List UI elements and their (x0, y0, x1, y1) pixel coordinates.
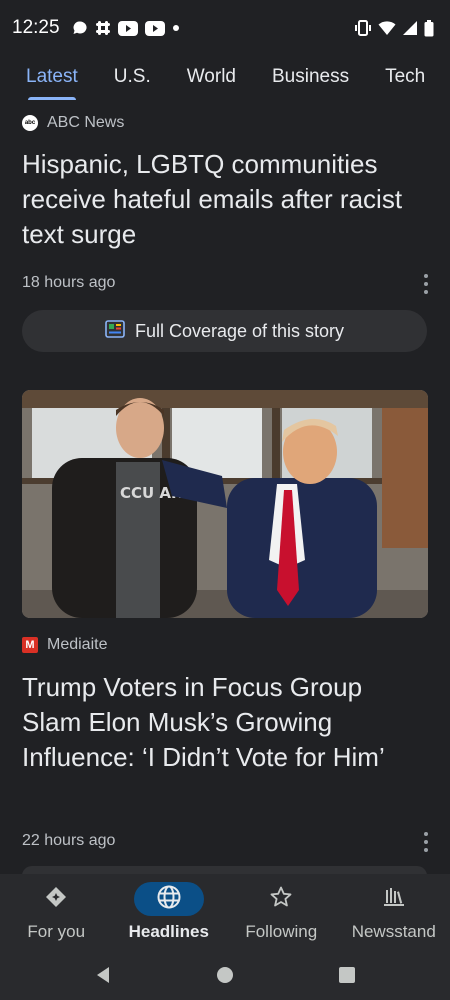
status-time: 12:25 (12, 17, 60, 38)
globe-icon (156, 884, 182, 915)
article-timestamp: 22 hours ago (22, 832, 116, 849)
full-coverage-button[interactable]: Full Coverage of this story (22, 310, 427, 352)
system-navigation-bar (0, 954, 450, 1000)
more-dot-icon (424, 832, 428, 836)
source-name: Mediaite (47, 636, 108, 653)
youtube-icon (117, 20, 138, 36)
recents-icon[interactable] (339, 966, 355, 988)
full-coverage-label: Full Coverage of this story (134, 320, 345, 341)
more-dot-icon (424, 282, 428, 286)
nav-newsstand[interactable]: Newsstand (338, 874, 450, 954)
article-source: M Mediaite (22, 636, 107, 654)
next-card-preview (22, 866, 427, 874)
section-tabs: Latest U.S. World Business Tech (0, 56, 450, 102)
tab-tech[interactable]: Tech (385, 66, 425, 100)
tab-us[interactable]: U.S. (114, 66, 151, 100)
article-timestamp: 18 hours ago (22, 274, 116, 291)
system-icons (354, 19, 434, 37)
newsstand-icon (382, 885, 406, 914)
home-icon[interactable] (216, 966, 234, 989)
tab-latest[interactable]: Latest (26, 66, 78, 100)
full-coverage-icon (105, 319, 125, 343)
mediaite-logo: M (22, 637, 38, 653)
signal-icon (402, 20, 418, 36)
abc-news-logo: abc (22, 115, 38, 131)
back-icon[interactable] (95, 966, 111, 989)
battery-icon (424, 19, 434, 37)
nav-label: Headlines (128, 922, 209, 941)
article-headline[interactable]: Trump Voters in Focus Group Slam Elon Mu… (22, 670, 427, 775)
tab-business[interactable]: Business (272, 66, 349, 100)
tab-world[interactable]: World (187, 66, 236, 100)
source-name: ABC News (47, 114, 125, 131)
nav-label: Newsstand (351, 922, 436, 941)
nav-headlines[interactable]: Headlines (113, 874, 226, 954)
slack-icon (95, 20, 111, 36)
chat-bubble-icon (72, 20, 88, 36)
more-dot-icon (424, 290, 428, 294)
nav-following[interactable]: Following (225, 874, 338, 954)
news-feed[interactable]: abc ABC News Hispanic, LGBTQ communities… (0, 102, 450, 874)
status-bar: 12:25 (0, 0, 450, 56)
youtube-icon (144, 20, 165, 36)
notification-icons (72, 20, 180, 36)
nav-label: Following (245, 922, 318, 941)
nav-for-you[interactable]: For you (0, 874, 113, 954)
article-headline[interactable]: Hispanic, LGBTQ communities receive hate… (22, 147, 427, 252)
more-options-button[interactable] (420, 274, 432, 294)
more-dot-icon (424, 840, 428, 844)
dot-icon (172, 24, 180, 32)
vibrate-icon (354, 20, 372, 36)
more-dot-icon (424, 848, 428, 852)
more-options-button[interactable] (420, 832, 432, 852)
article-source: abc ABC News (22, 114, 124, 132)
for-you-icon (44, 885, 68, 914)
wifi-icon (378, 20, 396, 36)
bottom-navigation: For you Headlines Following Newsstand (0, 874, 450, 954)
article-image[interactable]: CCU ARS (22, 390, 428, 618)
more-dot-icon (424, 274, 428, 278)
star-icon (269, 885, 293, 914)
nav-label: For you (27, 922, 86, 941)
